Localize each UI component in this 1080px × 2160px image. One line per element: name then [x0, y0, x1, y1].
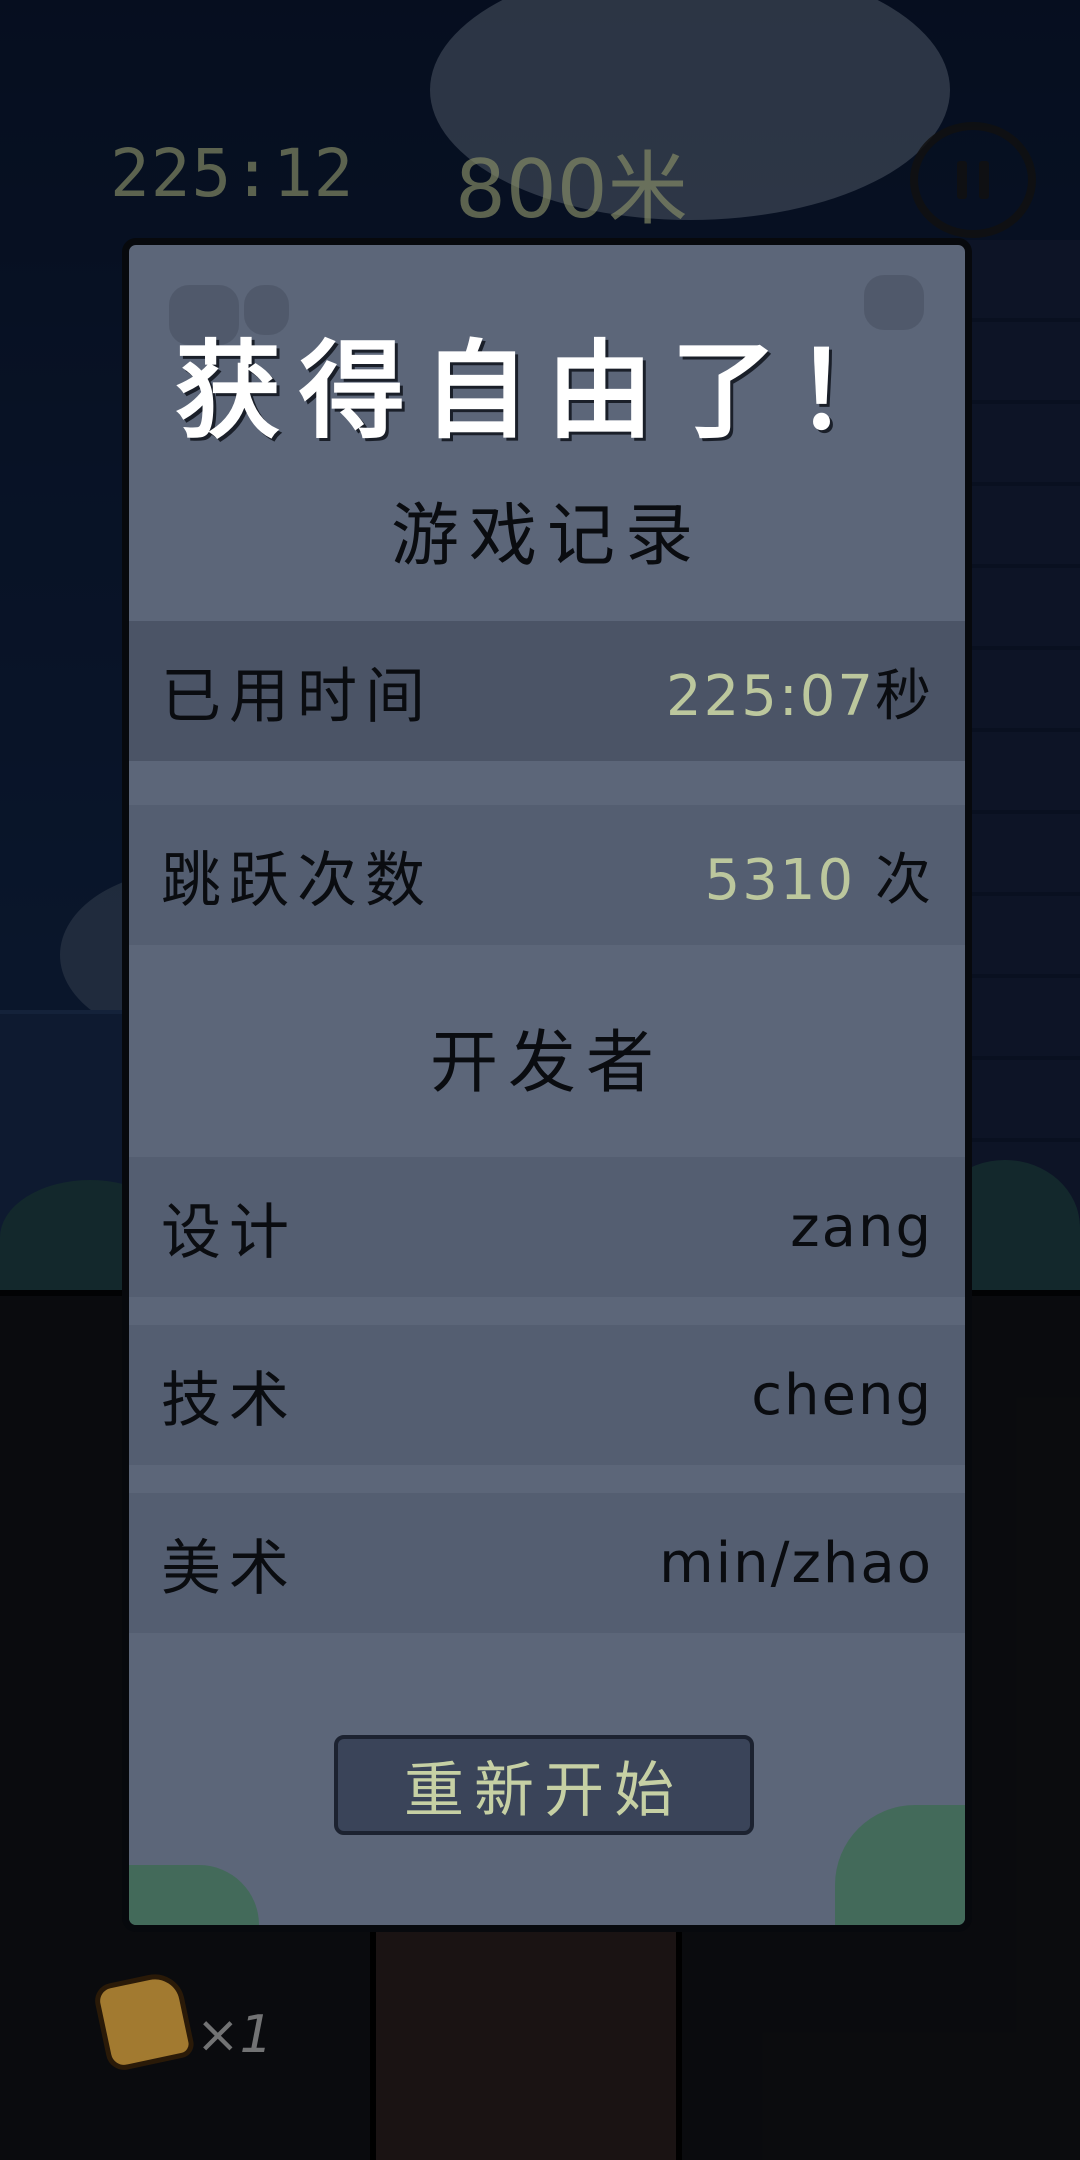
developers-heading: 开发者: [429, 1024, 664, 1103]
victory-dialog: 获得自由了！ 游戏记录 已用时间 225:07秒 跳跃次数 5310 次 开发者…: [122, 238, 972, 1932]
stat-unit: 次: [875, 847, 933, 913]
pause-icon: [951, 161, 995, 199]
stat-unit: 秒: [875, 663, 933, 729]
developer-row-tech: 技术 cheng: [129, 1325, 965, 1465]
developer-row-design: 设计 zang: [129, 1157, 965, 1297]
decor-grass: [835, 1805, 965, 1925]
stat-value: 5310 次: [705, 835, 933, 916]
developer-role: 技术: [161, 1365, 297, 1436]
developer-name: min/zhao: [659, 1530, 933, 1596]
restart-button[interactable]: 重新开始: [334, 1735, 754, 1835]
stat-row-jumps: 跳跃次数 5310 次: [129, 805, 965, 945]
hud-distance: 800米: [455, 143, 688, 236]
pause-button[interactable]: [910, 122, 1036, 238]
item-count: ×1: [196, 2005, 273, 2065]
developer-role: 美术: [161, 1533, 297, 1604]
developer-role: 设计: [161, 1197, 297, 1268]
item-icon: [91, 1968, 197, 2074]
stat-label: 已用时间: [161, 661, 433, 732]
stat-number: 225:07: [665, 663, 875, 729]
item-counter: ×1: [91, 1968, 273, 2074]
hud-timer: 225:12: [110, 135, 355, 212]
developer-row-art: 美术 min/zhao: [129, 1493, 965, 1633]
stat-number: 5310: [704, 847, 856, 913]
developer-name: cheng: [751, 1362, 933, 1428]
stat-label: 跳跃次数: [161, 845, 433, 916]
dialog-title: 获得自由了！: [175, 330, 919, 453]
record-heading: 游戏记录: [390, 497, 703, 576]
decor-grass: [129, 1865, 259, 1925]
stat-value: 225:07秒: [666, 651, 933, 732]
developer-name: zang: [790, 1194, 933, 1260]
stat-row-time: 已用时间 225:07秒: [129, 621, 965, 761]
